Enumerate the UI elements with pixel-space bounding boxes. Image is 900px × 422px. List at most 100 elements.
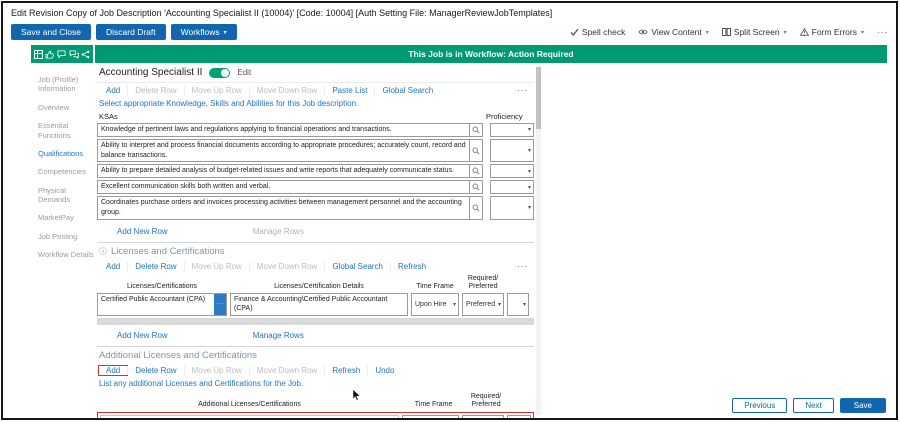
workflows-button[interactable]: Workflows▾ bbox=[171, 24, 237, 40]
view-content-label: View Content bbox=[651, 27, 701, 37]
proficiency-select[interactable]: ▾ bbox=[490, 164, 534, 178]
licenses-manage-rows-link[interactable]: Manage Rows bbox=[253, 331, 304, 340]
chevron-down-icon: ▾ bbox=[528, 204, 531, 211]
sidebar-item-marketpay[interactable]: MarketPay bbox=[38, 213, 95, 222]
additional-delete-row-button[interactable]: Delete Row bbox=[127, 366, 183, 375]
license-lookup-button[interactable]: ··· bbox=[214, 294, 226, 316]
more-options-icon[interactable]: ··· bbox=[877, 28, 888, 37]
ksa-more-options-icon[interactable]: ··· bbox=[517, 86, 528, 95]
sidebar-item-qualifications[interactable]: Qualifications bbox=[38, 149, 95, 158]
form-errors-label: Form Errors bbox=[812, 27, 857, 37]
chevron-down-icon: ▾ bbox=[706, 29, 709, 36]
sidebar-item-physical-demands[interactable]: Physical Demands bbox=[38, 186, 95, 205]
licenses-move-down-row-button: Move Down Row bbox=[249, 262, 324, 271]
lookup-search-icon[interactable] bbox=[469, 124, 482, 136]
time-frame-select[interactable]: Upon Hire▾ bbox=[411, 293, 459, 317]
share-icon[interactable] bbox=[81, 50, 90, 59]
ksa-paste-list-button[interactable]: Paste List bbox=[324, 86, 374, 95]
ksa-text-input[interactable]: Ability to prepare detailed analysis of … bbox=[97, 164, 483, 178]
lookup-search-icon[interactable] bbox=[469, 140, 482, 162]
save-and-close-button[interactable]: Save and Close bbox=[11, 24, 91, 40]
chat-icon[interactable] bbox=[69, 50, 79, 59]
form-errors-button[interactable]: Form Errors ▾ bbox=[800, 27, 864, 37]
chevron-down-icon: ▾ bbox=[498, 418, 501, 420]
additional-move-down-row-button: Move Down Row bbox=[249, 366, 324, 375]
licenses-global-search-button[interactable]: Global Search bbox=[324, 262, 390, 271]
licenses-delete-row-button[interactable]: Delete Row bbox=[127, 262, 183, 271]
lookup-search-icon[interactable] bbox=[469, 165, 482, 177]
lookup-search-icon[interactable] bbox=[469, 181, 482, 193]
thumbs-up-icon[interactable] bbox=[45, 50, 54, 59]
split-screen-button[interactable]: Split Screen ▾ bbox=[722, 27, 787, 37]
next-button[interactable]: Next bbox=[793, 398, 833, 413]
additional-license-input[interactable] bbox=[100, 415, 399, 420]
licenses-toolbar: Add Delete Row Move Up Row Move Down Row… bbox=[97, 259, 534, 274]
main-content: Accounting Specialist II Edit Add Delete… bbox=[97, 63, 534, 420]
ksa-row: Excellent communication skills both writ… bbox=[97, 180, 534, 194]
vertical-scrollbar[interactable] bbox=[536, 63, 541, 415]
licenses-more-options-icon[interactable]: ··· bbox=[517, 262, 528, 271]
footer-buttons: Previous Next Save bbox=[732, 398, 886, 413]
ksa-text-input[interactable]: Knowledge of pertinent laws and regulati… bbox=[97, 123, 483, 137]
previous-button[interactable]: Previous bbox=[732, 398, 787, 413]
split-screen-label: Split Screen bbox=[734, 27, 780, 37]
licenses-add-new-row-link[interactable]: Add New Row bbox=[117, 331, 168, 340]
ksa-global-search-button[interactable]: Global Search bbox=[374, 86, 440, 95]
proficiency-select[interactable]: ▾ bbox=[490, 196, 534, 220]
additional-add-button[interactable]: Add bbox=[99, 366, 127, 375]
ksa-text-input[interactable]: Excellent communication skills both writ… bbox=[97, 180, 483, 194]
license-details-text: Finance & Accounting\Certified Public Ac… bbox=[231, 294, 407, 316]
empty-row-placeholder bbox=[97, 318, 534, 325]
licenses-column-headers: Licenses/Certifications Licenses/Certifi… bbox=[97, 274, 534, 293]
grid-icon[interactable] bbox=[34, 50, 43, 59]
main-layout: Job (Profile) Information Overview Essen… bbox=[31, 63, 896, 420]
additional-time-frame-select[interactable]: ▾ bbox=[402, 415, 459, 420]
chevron-down-icon: ▾ bbox=[861, 29, 864, 36]
additional-undo-button[interactable]: Undo bbox=[367, 366, 401, 375]
time-frame-column-label: Time Frame bbox=[411, 283, 459, 291]
comment-icon[interactable] bbox=[57, 50, 66, 59]
required-preferred-select[interactable]: Preferred▾ bbox=[462, 293, 504, 317]
ksa-text-input[interactable]: Ability to interpret and process financi… bbox=[97, 139, 483, 163]
license-details-box[interactable]: Finance & Accounting\Certified Public Ac… bbox=[230, 293, 408, 317]
ksa-text-input[interactable]: Coordinates purchase orders and invoices… bbox=[97, 196, 483, 220]
additional-column-headers: Additional Licenses/Certifications Time … bbox=[97, 392, 534, 411]
proficiency-select[interactable]: ▾ bbox=[490, 139, 534, 163]
spell-check-button[interactable]: Spell check bbox=[570, 27, 625, 37]
licenses-section-title: ⓘ Licenses and Certifications bbox=[97, 244, 534, 259]
license-name-input[interactable]: Certified Public Accountant (CPA) ··· bbox=[97, 293, 227, 317]
ksa-add-new-row-link[interactable]: Add New Row bbox=[117, 227, 168, 236]
additional-extra-select[interactable]: ▾ bbox=[507, 415, 531, 420]
job-title: Accounting Specialist II bbox=[99, 67, 202, 78]
ksa-column-headers: KSAs Proficiency bbox=[97, 112, 534, 123]
sidebar-item-overview[interactable]: Overview bbox=[38, 103, 95, 112]
warning-icon bbox=[800, 28, 809, 36]
sidebar-item-essential-functions[interactable]: Essential Functions bbox=[38, 121, 95, 140]
additional-required-preferred-select[interactable]: ▾ bbox=[462, 415, 504, 420]
proficiency-select[interactable]: ▾ bbox=[490, 123, 534, 137]
save-button[interactable]: Save bbox=[840, 398, 886, 413]
additional-refresh-button[interactable]: Refresh bbox=[324, 366, 367, 375]
sidebar-item-workflow-details[interactable]: Workflow Details bbox=[38, 250, 95, 259]
chevron-down-icon: ▾ bbox=[528, 126, 531, 133]
proficiency-select[interactable]: ▾ bbox=[490, 180, 534, 194]
view-content-button[interactable]: View Content ▾ bbox=[638, 27, 708, 37]
scrollbar-thumb[interactable] bbox=[536, 67, 541, 129]
sidebar-item-job-profile-information[interactable]: Job (Profile) Information bbox=[38, 75, 95, 94]
licenses-add-button[interactable]: Add bbox=[99, 262, 127, 271]
extra-select[interactable]: ▾ bbox=[507, 293, 529, 317]
edit-mode-label: Edit bbox=[237, 68, 251, 77]
additional-license-row: ▾ ▾ ▾ bbox=[97, 412, 534, 420]
sidebar-item-job-posting[interactable]: Job Posting bbox=[38, 232, 95, 241]
sidebar-item-competencies[interactable]: Competencies bbox=[38, 167, 95, 176]
time-frame-column-label: Time Frame bbox=[405, 401, 462, 409]
licenses-refresh-button[interactable]: Refresh bbox=[390, 262, 433, 271]
top-toolbar: Save and Close Discard Draft Workflows▾ … bbox=[3, 21, 896, 45]
eye-icon bbox=[638, 28, 648, 36]
edit-mode-toggle[interactable] bbox=[209, 68, 230, 78]
lookup-search-icon[interactable] bbox=[469, 197, 482, 219]
ksa-add-button[interactable]: Add bbox=[99, 86, 127, 95]
discard-draft-button[interactable]: Discard Draft bbox=[96, 24, 166, 40]
license-row: Certified Public Accountant (CPA) ··· Fi… bbox=[97, 293, 534, 317]
info-icon[interactable]: ⓘ bbox=[99, 246, 107, 257]
